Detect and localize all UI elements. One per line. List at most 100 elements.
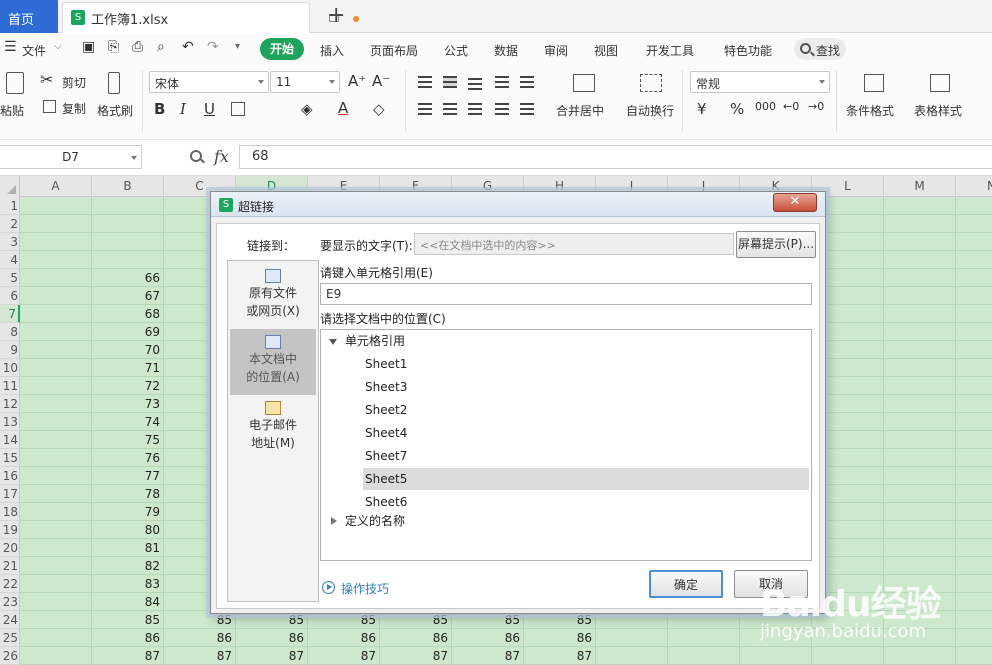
align-bottom-icon[interactable] [468,78,482,90]
table-cell[interactable]: 78 [92,485,164,503]
table-cell[interactable]: 82 [92,557,164,575]
expand-triangle-icon[interactable] [331,517,337,525]
align-left-icon[interactable] [418,103,432,115]
row-header-16[interactable]: 16 [0,467,20,485]
table-cell[interactable]: 86 [164,629,236,647]
export-icon[interactable]: ⎘ [108,39,119,55]
font-size-select[interactable]: 11 [270,71,340,93]
table-cell[interactable]: 72 [92,377,164,395]
table-cell[interactable]: 87 [380,647,452,665]
name-box[interactable]: D7 [0,145,142,169]
ok-button[interactable]: 确定 [649,570,723,598]
distributed-icon[interactable] [520,103,534,115]
table-cell[interactable]: 87 [524,647,596,665]
decrease-decimal-icon[interactable]: →0 [808,100,824,113]
copy-button[interactable]: 复制 [62,100,86,117]
search-button[interactable]: 查找 [794,38,846,60]
percent-icon[interactable]: % [730,100,744,118]
table-cell[interactable]: 87 [236,647,308,665]
menu-view[interactable]: 视图 [594,42,618,59]
menu-page-layout[interactable]: 页面布局 [370,42,418,59]
increase-font-icon[interactable]: A⁺ [348,72,366,90]
table-cell[interactable]: 74 [92,413,164,431]
number-format-select[interactable]: 常规 [690,71,830,93]
print-preview-icon[interactable]: ⌕ [157,39,165,55]
column-header-m[interactable]: M [884,176,956,197]
menu-special-features[interactable]: 特色功能 [724,42,772,59]
menu-data[interactable]: 数据 [494,42,518,59]
bold-icon[interactable]: B [154,100,165,118]
print-icon[interactable]: ⎙ [132,39,143,55]
table-cell[interactable]: 86 [236,629,308,647]
merge-center-button[interactable]: 合并居中 [556,102,604,119]
justify-icon[interactable] [495,103,509,115]
menu-review[interactable]: 审阅 [544,42,568,59]
table-cell[interactable]: 85 [92,611,164,629]
table-cell[interactable]: 87 [164,647,236,665]
table-cell[interactable]: 80 [92,521,164,539]
table-cell[interactable]: 81 [92,539,164,557]
tree-node-sheet[interactable]: Sheet5 [363,468,809,490]
tree-node-sheet[interactable]: Sheet2 [363,399,407,421]
table-cell[interactable]: 86 [308,629,380,647]
row-header-21[interactable]: 21 [0,557,20,575]
dialog-title-bar[interactable]: S 超链接 ✕ [211,192,825,217]
row-header-12[interactable]: 12 [0,395,20,413]
display-text-input[interactable]: <<在文档中选中的内容>> [414,233,734,255]
table-style-icon[interactable] [930,74,950,92]
table-cell[interactable]: 87 [92,647,164,665]
table-cell[interactable]: 84 [92,593,164,611]
insert-function-button[interactable]: fx [214,147,229,166]
menu-developer[interactable]: 开发工具 [646,42,694,59]
wrap-text-button[interactable]: 自动换行 [626,102,674,119]
row-header-13[interactable]: 13 [0,413,20,431]
row-header-20[interactable]: 20 [0,539,20,557]
play-tips-icon[interactable] [322,581,335,594]
link-option-email[interactable]: 电子邮件 地址(M) [230,395,316,461]
cut-button[interactable]: 剪切 [62,74,86,91]
row-header-6[interactable]: 6 [0,287,20,305]
link-option-this-document[interactable]: 本文档中 的位置(A) [230,329,316,395]
merge-center-icon[interactable] [573,74,595,92]
table-cell[interactable]: 67 [92,287,164,305]
increase-indent-icon[interactable] [520,76,534,88]
align-middle-icon[interactable] [443,76,457,88]
table-cell[interactable]: 73 [92,395,164,413]
row-header-18[interactable]: 18 [0,503,20,521]
column-header-a[interactable]: A [20,176,92,197]
align-center-icon[interactable] [443,103,457,115]
table-cell[interactable]: 86 [92,629,164,647]
collapse-triangle-icon[interactable] [329,339,337,345]
menu-formulas[interactable]: 公式 [444,42,468,59]
table-cell[interactable]: 83 [92,575,164,593]
redo-icon[interactable]: ↷ [207,39,219,55]
fill-color-icon[interactable]: ◈ [301,100,313,118]
borders-icon[interactable] [231,102,245,116]
cell-ref-input[interactable]: E9 [320,283,812,305]
clear-format-icon[interactable]: ◇ [373,100,385,118]
table-cell[interactable]: 86 [380,629,452,647]
paste-icon[interactable] [6,72,24,94]
table-cell[interactable]: 68 [92,305,164,323]
row-header-19[interactable]: 19 [0,521,20,539]
font-color-icon[interactable]: A [338,99,348,117]
table-cell[interactable]: 77 [92,467,164,485]
link-option-existing-file[interactable]: 原有文件 或网页(X) [230,263,316,329]
decrease-font-icon[interactable]: A⁻ [372,72,390,90]
row-header-23[interactable]: 23 [0,593,20,611]
tree-node-cell-reference[interactable]: 单元格引用 [345,330,405,352]
tab-workbook[interactable]: S 工作簿1.xlsx [62,2,359,33]
row-header-5[interactable]: 5 [0,269,20,287]
table-cell[interactable]: 69 [92,323,164,341]
format-painter-button[interactable]: 格式刷 [97,102,133,119]
zoom-icon[interactable] [190,150,202,162]
close-button[interactable]: ✕ [773,193,817,212]
table-cell[interactable]: 87 [452,647,524,665]
currency-icon[interactable]: ¥ [697,100,707,118]
tree-node-sheet[interactable]: Sheet7 [363,445,407,467]
align-right-icon[interactable] [468,103,482,115]
table-cell[interactable]: 79 [92,503,164,521]
row-header-25[interactable]: 25 [0,629,20,647]
row-header-9[interactable]: 9 [0,341,20,359]
tree-node-sheet[interactable]: Sheet4 [363,422,407,444]
